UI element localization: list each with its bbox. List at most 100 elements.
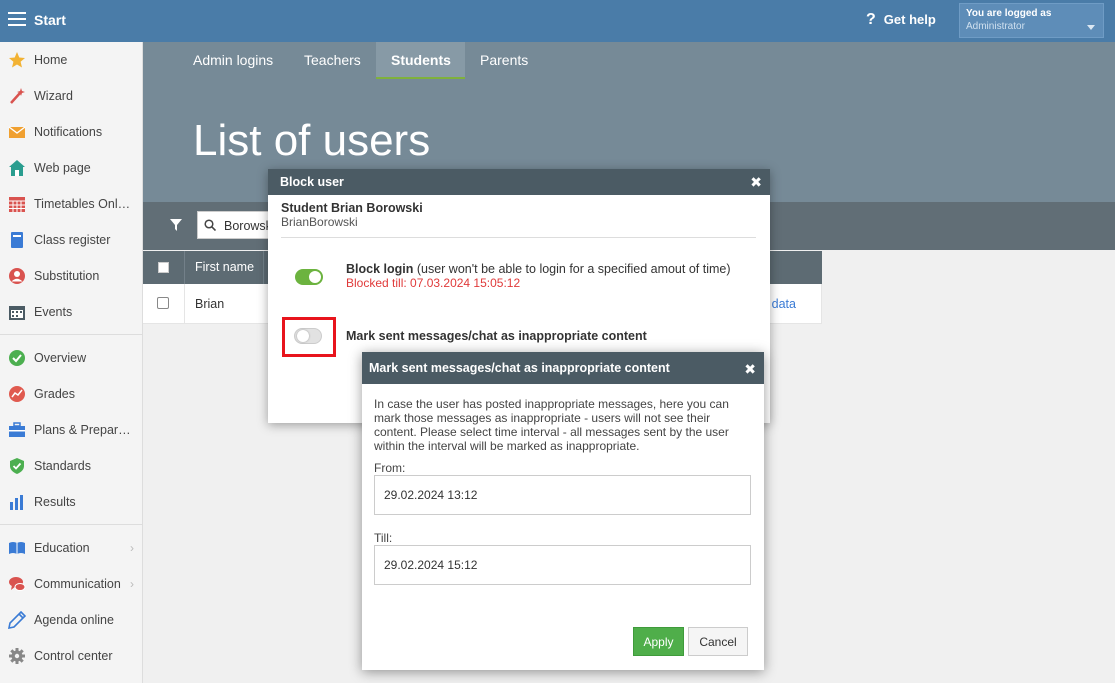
from-date-field[interactable]: 29.02.2024 13:12	[374, 475, 751, 515]
top-bar: Start ? Get help You are logged as Admini…	[0, 0, 1115, 42]
sidebar-item-label: Agenda online	[34, 613, 114, 627]
block-login-title: Block login	[346, 262, 414, 276]
mark-inappropriate-label: Mark sent messages/chat as inappropriate…	[346, 329, 647, 343]
sidebar-item-label: Notifications	[34, 125, 103, 139]
sidebar-item-substitution[interactable]: Substitution	[0, 258, 142, 294]
logged-as-label: You are logged as	[966, 8, 1052, 19]
sidebar-item-web-page[interactable]: Web page	[0, 150, 142, 186]
sidebar-item-timetables[interactable]: Timetables Onl…	[0, 186, 142, 222]
briefcase-icon	[9, 422, 25, 437]
open-book-icon	[9, 542, 25, 554]
star-icon	[9, 52, 25, 68]
chart-circle-icon	[9, 386, 25, 402]
app-title[interactable]: Start	[34, 12, 66, 28]
toggle-knob	[309, 271, 321, 283]
sidebar-item-standards[interactable]: Standards	[0, 448, 142, 484]
shield-check-icon	[10, 458, 24, 474]
block-login-description: (user won't be able to login for a speci…	[413, 262, 731, 276]
active-tab-indicator	[376, 77, 465, 79]
row-checkbox[interactable]	[157, 297, 169, 309]
sidebar-item-education[interactable]: Education ›	[0, 530, 142, 566]
calendar-icon	[9, 306, 25, 320]
block-login-toggle[interactable]	[295, 269, 323, 285]
close-icon[interactable]: ✖	[750, 174, 762, 191]
till-label: Till:	[374, 531, 393, 545]
sidebar-item-label: Standards	[34, 459, 91, 473]
tab-students[interactable]: Students	[391, 52, 451, 80]
page-title: List of users	[193, 116, 431, 165]
menu-icon[interactable]	[8, 12, 26, 26]
sidebar-item-label: Events	[34, 305, 73, 319]
blocked-till-text: Blocked till: 07.03.2024 15:05:12	[346, 276, 521, 290]
sidebar-item-plans[interactable]: Plans & Prepar…	[0, 412, 142, 448]
person-icon	[9, 268, 25, 284]
sidebar-item-notifications[interactable]: Notifications	[0, 114, 142, 150]
sidebar-item-results[interactable]: Results	[0, 484, 142, 520]
sidebar-item-label: Grades	[34, 387, 75, 401]
column-divider	[263, 251, 264, 284]
mark-inappropriate-dialog: Mark sent messages/chat as inappropriate…	[362, 352, 764, 670]
till-date-field[interactable]: 29.02.2024 15:12	[374, 545, 751, 585]
sidebar-divider	[0, 524, 142, 525]
dialog-header: Mark sent messages/chat as inappropriate…	[362, 352, 764, 384]
close-icon[interactable]: ✖	[744, 361, 756, 378]
sidebar-item-label: Results	[34, 495, 76, 509]
chevron-down-icon	[1087, 25, 1095, 30]
wand-icon	[10, 88, 25, 104]
sidebar-item-label: Wizard	[34, 89, 73, 103]
sidebar-item-label: Web page	[34, 161, 91, 175]
block-login-label: Block login (user won't be able to login…	[346, 262, 731, 276]
filter-icon[interactable]	[170, 219, 182, 231]
sidebar-item-label: Education	[34, 541, 90, 555]
select-all-checkbox[interactable]	[158, 262, 169, 273]
cancel-button[interactable]: Cancel	[688, 627, 748, 656]
sidebar-item-grades[interactable]: Grades	[0, 376, 142, 412]
sidebar-item-class-register[interactable]: Class register	[0, 222, 142, 258]
sidebar-item-label: Substitution	[34, 269, 100, 283]
sidebar-item-label: Communication	[34, 577, 121, 591]
search-value: Borowsk	[224, 219, 272, 233]
dialog-title: Block user	[280, 175, 344, 189]
sidebar-item-overview[interactable]: Overview	[0, 340, 142, 376]
chevron-right-icon: ›	[130, 577, 134, 591]
bar-chart-icon	[10, 495, 23, 510]
logged-user-name: Administrator	[966, 21, 1025, 32]
calendar-grid-icon	[9, 197, 25, 212]
sidebar-item-label: Plans & Prepar…	[34, 423, 131, 437]
sidebar-item-communication[interactable]: Communication ›	[0, 566, 142, 602]
get-help-label: Get help	[883, 12, 936, 27]
sidebar-item-label: Timetables Onl…	[34, 197, 131, 211]
sidebar-divider	[0, 334, 142, 335]
sidebar-item-events[interactable]: Events	[0, 294, 142, 330]
column-header-first-name[interactable]: First name	[195, 260, 254, 274]
apply-button[interactable]: Apply	[633, 627, 684, 656]
sidebar-item-agenda-online[interactable]: Agenda online	[0, 602, 142, 638]
dialog-description: In case the user has posted inappropriat…	[374, 397, 729, 453]
tab-parents[interactable]: Parents	[480, 52, 528, 80]
sidebar-item-label: Class register	[34, 233, 111, 247]
book-icon	[11, 232, 23, 248]
search-icon	[204, 219, 216, 231]
check-circle-icon	[9, 350, 25, 366]
chat-icon	[9, 577, 26, 591]
sidebar-item-wizard[interactable]: Wizard	[0, 78, 142, 114]
envelope-icon	[8, 126, 26, 138]
sidebar-item-home[interactable]: Home	[0, 42, 142, 78]
gear-icon	[9, 648, 25, 664]
tab-admin-logins[interactable]: Admin logins	[193, 52, 273, 80]
dialog-header: Block user ✖	[268, 169, 770, 195]
sidebar-item-label: Control center	[34, 649, 113, 663]
pen-icon	[8, 611, 26, 629]
cell-first-name: Brian	[195, 297, 225, 311]
sidebar-item-control-center[interactable]: Control center	[0, 638, 142, 674]
highlight-box	[282, 317, 336, 357]
from-label: From:	[374, 461, 406, 475]
divider	[281, 237, 756, 238]
tab-teachers[interactable]: Teachers	[304, 52, 361, 80]
user-menu[interactable]: You are logged as Administrator	[959, 3, 1104, 38]
student-username: BrianBorowski	[281, 215, 358, 229]
sidebar-item-label: Home	[34, 53, 68, 67]
chevron-right-icon: ›	[130, 541, 134, 555]
get-help-button[interactable]: ? Get help	[866, 11, 936, 29]
help-icon: ?	[866, 11, 876, 28]
